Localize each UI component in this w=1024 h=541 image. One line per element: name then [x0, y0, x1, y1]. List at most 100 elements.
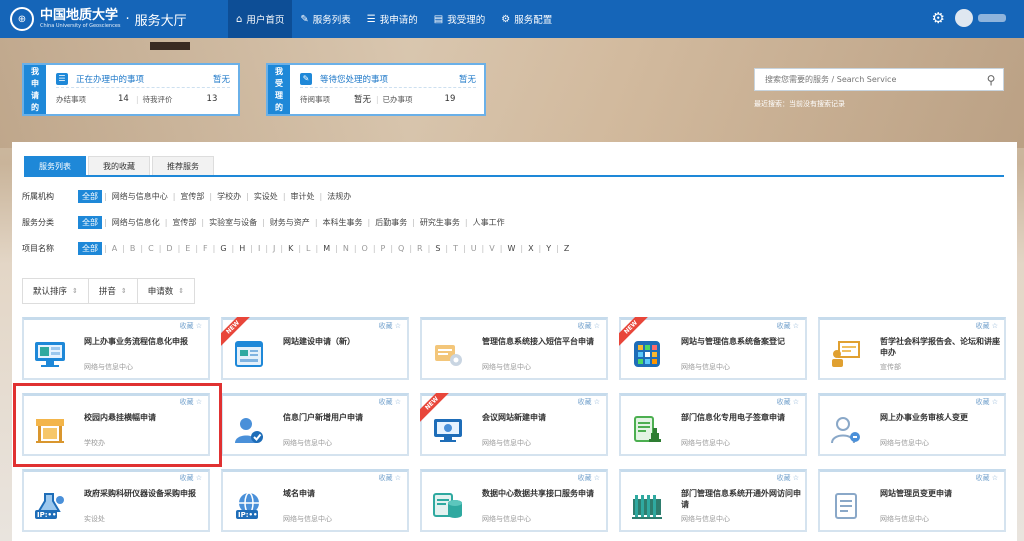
service-card[interactable]: 收藏 ☆ 部门管理信息系统开通外网访问申请 网络与信息中心 [619, 469, 807, 532]
waiting-value: 暂无 [458, 74, 476, 85]
service-card[interactable]: 收藏 ☆ 网上办事业务审核人变更 网络与信息中心 [818, 393, 1006, 456]
filter-separator: | [158, 243, 162, 253]
service-card[interactable]: 收藏 ☆ 数据中心数据共享接口服务申请 网络与信息中心 [420, 469, 608, 532]
filter-chip[interactable]: Y [543, 244, 554, 253]
filter-chip[interactable]: N [340, 244, 352, 253]
username-blurred[interactable] [978, 14, 1006, 22]
favorite-star-button[interactable]: 收藏 ☆ [179, 473, 202, 483]
service-card[interactable]: 收藏 ☆ 网站管理员变更申请 网络与信息中心 [818, 469, 1006, 532]
favorite-star-button[interactable]: 收藏 ☆ [577, 397, 600, 407]
waiting-items-link[interactable]: ✎ 等待您处理的事项 暂无 [300, 70, 476, 88]
sort-label: 申请数 [147, 287, 174, 297]
filter-chip[interactable]: 网络与信息化 [109, 217, 163, 228]
favorite-star-button[interactable]: 收藏 ☆ [776, 473, 799, 483]
filter-chip[interactable]: L [303, 244, 313, 253]
nav-item-1[interactable]: ✎ 服务列表 [292, 0, 358, 38]
favorite-star-button[interactable]: 收藏 ☆ [378, 397, 401, 407]
filter-chip[interactable]: H [236, 244, 248, 253]
filter-chip[interactable]: C [145, 244, 157, 253]
filter-chip[interactable]: Z [561, 244, 572, 253]
filter-chip[interactable]: T [450, 244, 461, 253]
filter-chip[interactable]: 宣传部 [177, 191, 207, 202]
nav-item-4[interactable]: ⚙ 服务配置 [493, 0, 560, 38]
completed-items-label: 办结事项 [56, 94, 86, 104]
filter-chip[interactable]: 本科生事务 [320, 217, 366, 228]
favorite-star-button[interactable]: 收藏 ☆ [975, 321, 998, 331]
filter-chip[interactable]: 法规办 [324, 191, 354, 202]
filter-chip[interactable]: V [486, 244, 497, 253]
sort-option-1[interactable]: 拼音 ⇕ [89, 279, 138, 303]
filter-chip[interactable]: 实验室与设备 [206, 217, 260, 228]
service-card[interactable]: NEW 收藏 ☆ 网站与管理信息系统备案登记 网络与信息中心 [619, 317, 807, 380]
filter-chip[interactable]: 审计处 [288, 191, 318, 202]
university-logo[interactable]: ⊕ 中国地质大学 China University of Geosciences… [10, 7, 220, 31]
service-card[interactable]: 收藏 ☆ IP:•• 政府采购科研仪器设备采购申报 实设处 [22, 469, 210, 532]
favorite-star-button[interactable]: 收藏 ☆ [776, 321, 799, 331]
nav-item-2[interactable]: ☰ 我申请的 [359, 0, 426, 38]
user-avatar[interactable] [955, 9, 973, 27]
nav-item-0[interactable]: ⌂ 用户首页 [228, 0, 293, 38]
service-card[interactable]: NEW 收藏 ☆ 网站建设申请（新） [221, 317, 409, 380]
filter-chip[interactable]: D [163, 244, 175, 253]
filter-chip[interactable]: 后勤事务 [372, 217, 410, 228]
completed-items-count[interactable]: 14 [118, 94, 136, 104]
filter-chip[interactable]: 全部 [78, 241, 102, 255]
favorite-star-button[interactable]: 收藏 ☆ [577, 473, 600, 483]
favorite-star-button[interactable]: 收藏 ☆ [975, 473, 998, 483]
filter-chip[interactable]: 实设处 [251, 191, 281, 202]
tab-0[interactable]: 服务列表 [24, 156, 86, 175]
nav-item-3[interactable]: ▤ 我受理的 [426, 0, 493, 38]
filter-chip[interactable]: U [468, 244, 480, 253]
favorite-star-button[interactable]: 收藏 ☆ [577, 321, 600, 331]
tab-1[interactable]: 我的收藏 [88, 156, 150, 175]
filter-chip[interactable]: X [525, 244, 536, 253]
filter-chip[interactable]: A [109, 244, 120, 253]
filter-chip[interactable]: F [200, 244, 211, 253]
service-card[interactable]: 收藏 ☆ 网上办事业务流程信息化申报 网络与信息中心 [22, 317, 210, 380]
filter-chip[interactable]: M [320, 244, 333, 253]
filter-chip[interactable]: B [127, 244, 139, 253]
settings-gear-icon[interactable]: ⚙ [932, 9, 945, 27]
filter-chip[interactable]: J [270, 244, 278, 253]
filter-chip[interactable]: 研究生事务 [417, 217, 463, 228]
filter-chip[interactable]: O [359, 244, 371, 253]
service-card[interactable]: NEW 收藏 ☆ 会议网站新建申请 网络与信息中心 [420, 393, 608, 456]
filter-chip[interactable]: R [414, 244, 426, 253]
filter-chip[interactable]: E [182, 244, 193, 253]
favorite-star-button[interactable]: 收藏 ☆ [179, 321, 202, 331]
sort-option-0[interactable]: 默认排序 ⇕ [23, 279, 89, 303]
tab-2[interactable]: 推荐服务 [152, 156, 214, 175]
filter-chip[interactable]: 人事工作 [470, 217, 508, 228]
favorite-star-button[interactable]: 收藏 ☆ [378, 473, 401, 483]
side-char: 受 [275, 78, 283, 88]
filter-chip[interactable]: 全部 [78, 189, 102, 203]
favorite-star-button[interactable]: 收藏 ☆ [378, 321, 401, 331]
service-card[interactable]: 收藏 ☆ 管理信息系统接入短信平台申请 网络与信息中心 [420, 317, 608, 380]
favorite-star-button[interactable]: 收藏 ☆ [975, 397, 998, 407]
filter-chip[interactable]: G [217, 244, 229, 253]
filter-chip[interactable]: P [378, 244, 389, 253]
filter-chip[interactable]: S [432, 244, 443, 253]
in-progress-items-link[interactable]: ☰ 正在办理中的事项 暂无 [56, 70, 230, 88]
service-card[interactable]: 收藏 ☆ 哲学社会科学报告会、论坛和讲座申办 宣传部 [818, 317, 1006, 380]
filter-chip[interactable]: 学校办 [214, 191, 244, 202]
service-card[interactable]: 收藏 ☆ 部门信息化专用电子签章申请 网络与信息中心 [619, 393, 807, 456]
to-read-value[interactable]: 暂无 [354, 93, 376, 105]
sort-option-2[interactable]: 申请数 ⇕ [138, 279, 194, 303]
favorite-star-button[interactable]: 收藏 ☆ [776, 397, 799, 407]
handled-items-count[interactable]: 19 [445, 94, 456, 104]
service-search-input[interactable] [755, 75, 979, 84]
filter-chip[interactable]: 全部 [78, 215, 102, 229]
filter-chip[interactable]: 宣传部 [169, 217, 199, 228]
pending-review-count[interactable]: 13 [207, 94, 218, 104]
service-card[interactable]: 收藏 ☆ IP:•• 域名申请 网络与信息中心 [221, 469, 409, 532]
filter-chip[interactable]: 财务与资产 [267, 217, 313, 228]
filter-chip[interactable]: K [285, 244, 296, 253]
seal-doc-icon [629, 412, 665, 448]
service-card[interactable]: 收藏 ☆ 信息门户新增用户申请 网络与信息中心 [221, 393, 409, 456]
filter-chip[interactable]: I [255, 244, 263, 253]
search-icon[interactable]: ⚲ [979, 73, 1003, 87]
filter-chip[interactable]: 网络与信息中心 [109, 191, 171, 202]
filter-chip[interactable]: Q [395, 244, 407, 253]
filter-chip[interactable]: W [504, 244, 518, 253]
